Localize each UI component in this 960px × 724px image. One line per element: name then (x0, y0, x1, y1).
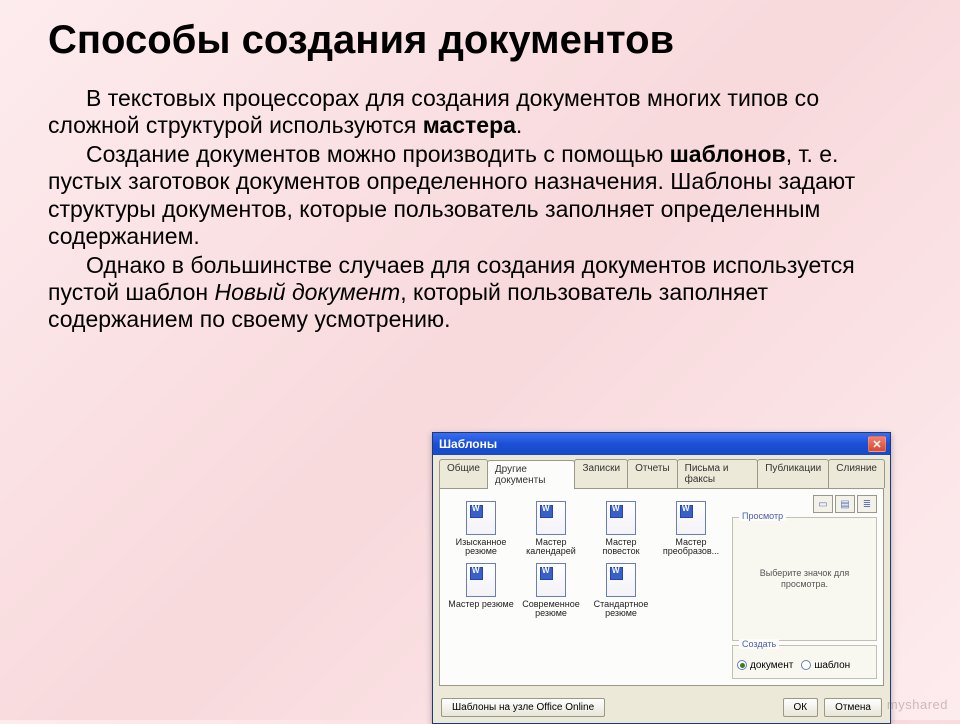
create-group: Создать документ шаблон (732, 645, 877, 679)
dialog-titlebar: Шаблоны ✕ (433, 433, 890, 455)
word-document-icon (466, 501, 496, 535)
word-document-icon (606, 563, 636, 597)
tab-publications[interactable]: Публикации (757, 459, 829, 488)
tab-merge[interactable]: Слияние (828, 459, 885, 488)
p1-bold: мастера (423, 112, 516, 138)
template-grid: Изысканное резюме Мастер календарей Маст… (446, 495, 726, 625)
preview-group-label: Просмотр (739, 511, 786, 521)
dialog-title: Шаблоны (439, 437, 497, 451)
word-document-icon (606, 501, 636, 535)
dialog-body: Изысканное резюме Мастер календарей Маст… (439, 488, 884, 686)
p2-a: Создание документов можно производить с … (86, 141, 670, 167)
template-item[interactable]: Современное резюме (518, 563, 584, 619)
tab-reports[interactable]: Отчеты (627, 459, 678, 488)
template-item[interactable]: Мастер повесток (588, 501, 654, 557)
dialog-footer: Шаблоны на узле Office Online ОК Отмена (433, 692, 890, 723)
p1-c: . (516, 112, 522, 138)
p3-italic: Новый документ (214, 279, 400, 305)
preview-group: Просмотр Выберите значок для просмотра. (732, 517, 877, 641)
template-label: Современное резюме (518, 600, 584, 619)
template-item[interactable]: Изысканное резюме (448, 501, 514, 557)
paragraph-3: Однако в большинстве случаев для создани… (48, 252, 912, 333)
template-list-area: Изысканное резюме Мастер календарей Маст… (446, 495, 726, 679)
template-label: Изысканное резюме (448, 538, 514, 557)
template-item[interactable]: Мастер календарей (518, 501, 584, 557)
view-list-button[interactable]: ▤ (835, 495, 855, 513)
word-document-icon (536, 501, 566, 535)
p2-bold: шаблонов (670, 141, 786, 167)
preview-placeholder-text: Выберите значок для просмотра. (737, 568, 872, 590)
radio-document[interactable]: документ (737, 660, 793, 671)
create-group-label: Создать (739, 639, 779, 649)
templates-dialog: Шаблоны ✕ Общие Другие документы Записки… (432, 432, 891, 724)
word-document-icon (536, 563, 566, 597)
side-panel: ▭ ▤ ≣ Просмотр Выберите значок для просм… (732, 495, 877, 679)
page-title: Способы создания документов (0, 0, 960, 63)
word-document-icon (466, 563, 496, 597)
body-text: В текстовых процессорах для создания док… (0, 63, 960, 333)
radio-template[interactable]: шаблон (801, 660, 850, 671)
template-item[interactable]: Мастер преобразов... (658, 501, 724, 557)
tab-letters-faxes[interactable]: Письма и факсы (677, 459, 759, 488)
view-large-icons-button[interactable]: ▭ (813, 495, 833, 513)
template-label: Мастер преобразов... (658, 538, 724, 557)
radio-template-label: шаблон (814, 660, 850, 671)
close-button[interactable]: ✕ (868, 436, 886, 452)
office-online-templates-button[interactable]: Шаблоны на узле Office Online (441, 698, 605, 717)
view-details-button[interactable]: ≣ (857, 495, 877, 513)
cancel-button[interactable]: Отмена (824, 698, 882, 717)
template-item[interactable]: Мастер резюме (448, 563, 514, 619)
radio-dot-icon (737, 660, 747, 670)
paragraph-1: В текстовых процессорах для создания док… (48, 85, 912, 139)
tab-general[interactable]: Общие (439, 459, 488, 488)
template-label: Мастер повесток (588, 538, 654, 557)
radio-dot-icon (801, 660, 811, 670)
word-document-icon (676, 501, 706, 535)
details-icon: ≣ (863, 499, 871, 510)
paragraph-2: Создание документов можно производить с … (48, 141, 912, 250)
tab-strip: Общие Другие документы Записки Отчеты Пи… (433, 455, 890, 488)
large-icons-icon: ▭ (818, 499, 827, 510)
close-icon: ✕ (872, 438, 881, 451)
watermark: myshared (887, 697, 948, 712)
radio-document-label: документ (750, 660, 793, 671)
list-icon: ▤ (840, 499, 849, 510)
template-label: Мастер резюме (448, 600, 513, 609)
ok-button[interactable]: ОК (783, 698, 819, 717)
tab-memos[interactable]: Записки (574, 459, 628, 488)
template-item[interactable]: Стандартное резюме (588, 563, 654, 619)
template-label: Стандартное резюме (588, 600, 654, 619)
template-label: Мастер календарей (518, 538, 584, 557)
tab-other-documents[interactable]: Другие документы (487, 460, 576, 489)
